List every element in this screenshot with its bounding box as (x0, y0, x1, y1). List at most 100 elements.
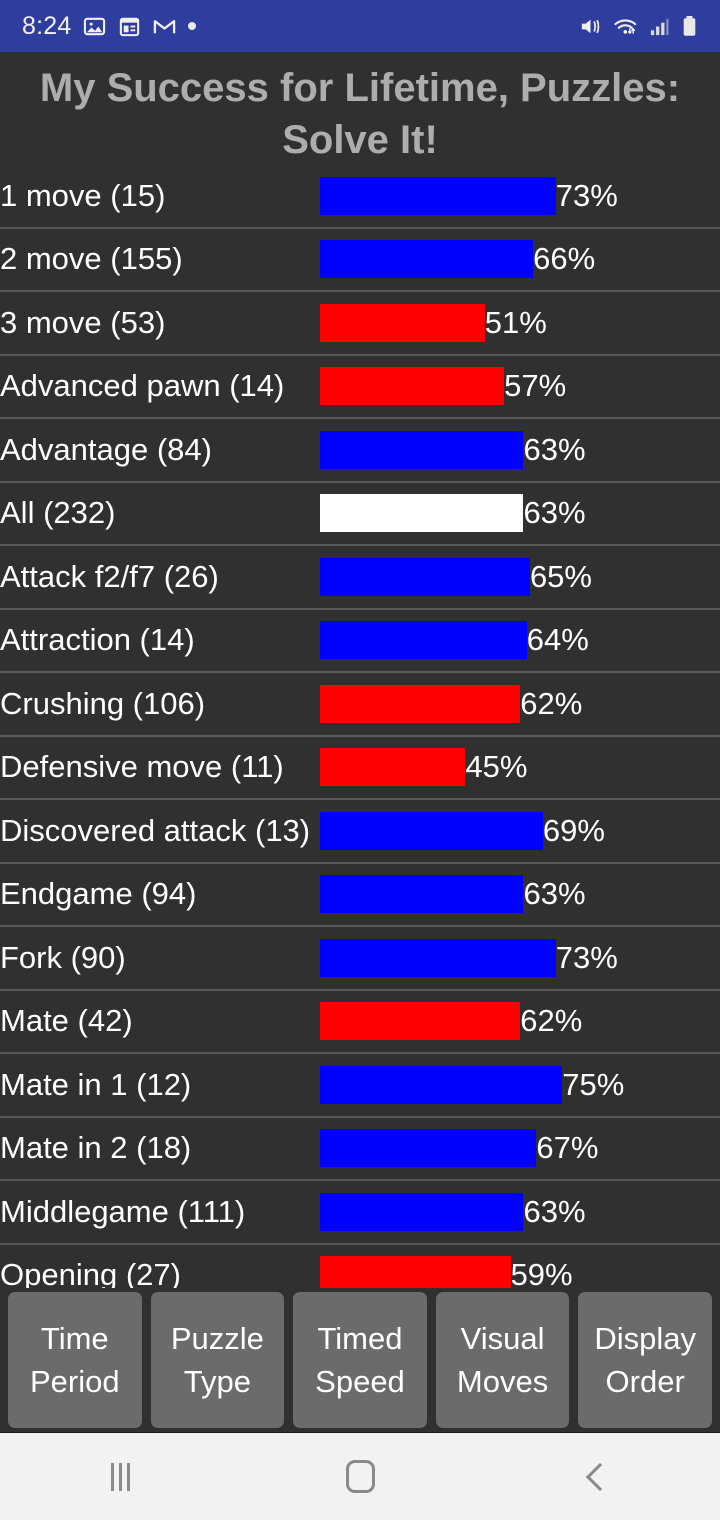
recents-icon (110, 1462, 130, 1491)
button-label-line2: Type (183, 1364, 251, 1399)
button-label-line2: Moves (456, 1364, 549, 1399)
recents-button[interactable] (0, 1462, 240, 1491)
button-label-line1: Puzzle (170, 1321, 264, 1356)
row-percent-label: 66% (533, 241, 596, 277)
row-bar-group: 57% (320, 367, 566, 406)
progress-bar (320, 557, 530, 596)
progress-bar (320, 1192, 524, 1231)
wifi-icon (613, 15, 638, 38)
row-percent-label: 75% (562, 1066, 625, 1102)
table-row[interactable]: Mate (42) 62% (0, 991, 720, 1054)
battery-icon (681, 14, 698, 38)
row-percent-label: 73% (555, 939, 618, 975)
table-row[interactable]: Attack f2/f7 (26) 65% (0, 546, 720, 610)
row-percent-label: 65% (529, 558, 592, 594)
android-navigation-bar (0, 1432, 720, 1520)
table-row[interactable]: All (232) 63% (0, 483, 720, 546)
row-bar-group: 62% (320, 1002, 583, 1041)
row-label: Middlegame (111) (0, 1193, 246, 1229)
photos-icon (83, 15, 106, 38)
row-bar-group: 59% (320, 1256, 573, 1288)
row-percent-label: 62% (520, 1003, 583, 1039)
row-percent-label: 62% (520, 685, 583, 721)
row-label: 2 move (155) (0, 241, 183, 277)
display-order-button[interactable]: Display Order (578, 1292, 712, 1428)
row-bar-group: 63% (320, 1192, 586, 1231)
success-chart-list[interactable]: 1 move (15) 73% 2 move (155) 66% 3 move (53)… (0, 165, 720, 1288)
row-percent-label: 59% (510, 1257, 573, 1288)
table-row[interactable]: 1 move (15) 73% (0, 165, 720, 229)
cellular-signal-icon (649, 15, 670, 38)
progress-bar (320, 303, 485, 342)
puzzle-type-button[interactable]: Puzzle Type (150, 1292, 285, 1428)
row-label: 3 move (53) (0, 304, 166, 340)
status-bar-right (579, 14, 698, 38)
table-row[interactable]: Opening (27) 59% (0, 1245, 720, 1288)
table-row[interactable]: Middlegame (111) 63% (0, 1181, 720, 1245)
dot-indicator-icon (188, 22, 197, 30)
row-label: Attack f2/f7 (26) (0, 558, 219, 594)
progress-bar (320, 430, 524, 469)
table-row[interactable]: Advantage (84) 63% (0, 419, 720, 483)
button-label-line2: Order (605, 1364, 685, 1399)
row-percent-label: 63% (523, 431, 586, 467)
row-label: Mate in 1 (12) (0, 1066, 192, 1102)
row-label: Mate (42) (0, 1003, 133, 1039)
row-bar-group: 75% (320, 1065, 625, 1104)
row-bar-group: 45% (320, 748, 528, 787)
row-bar-group: 63% (320, 875, 586, 914)
status-bar: 8:24 (0, 0, 720, 52)
timed-speed-button[interactable]: Timed Speed (293, 1292, 427, 1428)
table-row[interactable]: Mate in 1 (12) 75% (0, 1054, 720, 1118)
progress-bar (320, 176, 556, 215)
row-percent-label: 64% (526, 622, 589, 658)
back-button[interactable] (480, 1462, 720, 1491)
table-row[interactable]: 3 move (53) 51% (0, 292, 720, 356)
row-percent-label: 63% (523, 1193, 586, 1229)
row-label: Mate in 2 (18) (0, 1130, 192, 1166)
row-percent-label: 73% (555, 177, 618, 213)
row-label: Discovered attack (13) (0, 812, 311, 848)
status-bar-left: 8:24 (22, 12, 579, 41)
table-row[interactable]: Crushing (106) 62% (0, 673, 720, 737)
progress-bar (320, 367, 505, 406)
button-label-line1: Time (40, 1321, 109, 1356)
row-label: Attraction (14) (0, 622, 195, 658)
progress-bar (320, 938, 556, 977)
row-percent-label: 69% (542, 812, 605, 848)
progress-bar (320, 684, 521, 723)
visual-moves-button[interactable]: Visual Moves (435, 1292, 570, 1428)
gmail-icon (153, 15, 176, 38)
table-row[interactable]: Endgame (94) 63% (0, 864, 720, 927)
row-percent-label: 45% (465, 749, 528, 785)
row-bar-group: 63% (320, 494, 586, 533)
progress-bar (320, 875, 524, 914)
row-bar-group: 69% (320, 811, 605, 850)
progress-bar (320, 240, 534, 279)
table-row[interactable]: Attraction (14) 64% (0, 610, 720, 673)
phone-screen: 8:24 My Success for Lifetime, Puzzles: S… (0, 0, 720, 1520)
time-period-button[interactable]: Time Period (8, 1292, 142, 1428)
table-row[interactable]: Fork (90) 73% (0, 927, 720, 991)
progress-bar (320, 811, 543, 850)
row-bar-group: 73% (320, 176, 618, 215)
row-percent-label: 67% (536, 1130, 599, 1166)
table-row[interactable]: Defensive move (11) 45% (0, 737, 720, 800)
row-label: All (232) (0, 495, 116, 531)
row-bar-group: 66% (320, 240, 596, 279)
table-row[interactable]: Mate in 2 (18) 67% (0, 1118, 720, 1181)
progress-bar (320, 621, 527, 660)
button-label-line2: Period (29, 1364, 120, 1399)
table-row[interactable]: Advanced pawn (14) 57% (0, 356, 720, 419)
progress-bar (320, 1002, 521, 1041)
progress-bar (320, 1256, 511, 1288)
row-label: Opening (27) (0, 1257, 181, 1288)
row-bar-group: 73% (320, 938, 618, 977)
table-row[interactable]: 2 move (155) 66% (0, 229, 720, 292)
home-button[interactable] (240, 1460, 480, 1493)
row-percent-label: 51% (484, 304, 547, 340)
table-row[interactable]: Discovered attack (13) 69% (0, 800, 720, 864)
row-label: Defensive move (11) (0, 749, 284, 785)
row-label: Crushing (106) (0, 685, 206, 721)
row-label: Advantage (84) (0, 431, 212, 467)
